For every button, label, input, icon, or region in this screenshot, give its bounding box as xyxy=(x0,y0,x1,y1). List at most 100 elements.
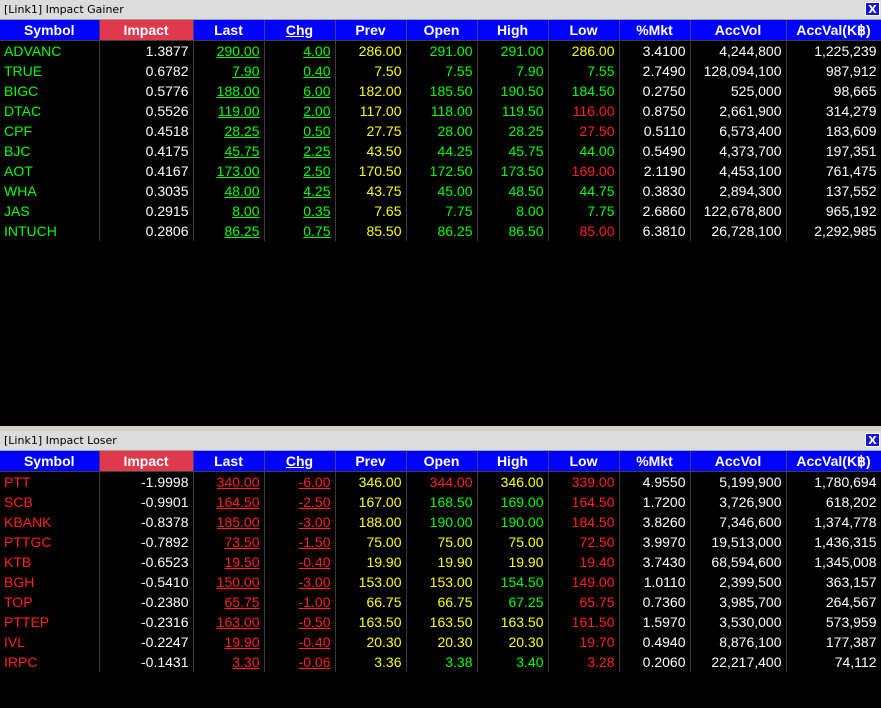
cell-symbol: IVL xyxy=(0,632,100,652)
cell-open: 185.50 xyxy=(406,81,478,101)
cell-impact: 0.6782 xyxy=(99,61,194,81)
cell-high: 3.40 xyxy=(477,652,549,672)
table-row[interactable]: TRUE 0.6782 7.90 0.40 7.50 7.55 7.90 7.55 2.7490… xyxy=(0,61,881,81)
col-header-accval[interactable]: AccVal(K฿) xyxy=(786,451,881,472)
cell-prev: 3.36 xyxy=(335,652,407,672)
col-header-pct-mkt[interactable]: %Mkt xyxy=(619,20,691,41)
col-header-accvol[interactable]: AccVol xyxy=(690,451,787,472)
loser-rows: PTT -1.9998 340.00 -6.00 346.00 344.00 346.00 3… xyxy=(0,471,881,672)
table-row[interactable]: PTT -1.9998 340.00 -6.00 346.00 344.00 346.00 3… xyxy=(0,471,881,492)
cell-symbol: BGH xyxy=(0,572,100,592)
cell-accval: 618,202 xyxy=(786,492,881,512)
table-row[interactable]: ADVANC 1.3877 290.00 4.00 286.00 291.00 291.00… xyxy=(0,40,881,61)
cell-chg: -0.40 xyxy=(264,632,336,652)
cell-high: 7.90 xyxy=(477,61,549,81)
cell-accval: 363,157 xyxy=(786,572,881,592)
cell-open: 19.90 xyxy=(406,552,478,572)
cell-symbol: TOP xyxy=(0,592,100,612)
col-header-open[interactable]: Open xyxy=(406,451,478,472)
table-row[interactable]: PTTEP -0.2316 163.00 -0.50 163.50 163.50 163.5… xyxy=(0,612,881,632)
cell-prev: 188.00 xyxy=(335,512,407,532)
col-header-prev[interactable]: Prev xyxy=(335,451,407,472)
table-row[interactable]: KBANK -0.8378 185.00 -3.00 188.00 190.00 190.0… xyxy=(0,512,881,532)
cell-accval: 314,279 xyxy=(786,101,881,121)
cell-low: 27.50 xyxy=(548,121,620,141)
cell-low: 65.75 xyxy=(548,592,620,612)
cell-accvol: 122,678,800 xyxy=(690,201,787,221)
table-row[interactable]: BGH -0.5410 150.00 -3.00 153.00 153.00 154.50 1… xyxy=(0,572,881,592)
cell-high: 8.00 xyxy=(477,201,549,221)
col-header-low[interactable]: Low xyxy=(548,451,620,472)
table-row[interactable]: BJC 0.4175 45.75 2.25 43.50 44.25 45.75 44.00 0.… xyxy=(0,141,881,161)
col-header-last[interactable]: Last xyxy=(193,20,265,41)
cell-prev: 19.90 xyxy=(335,552,407,572)
table-row[interactable]: INTUCH 0.2806 86.25 0.75 85.50 86.25 86.50 85.0… xyxy=(0,221,881,241)
col-header-impact[interactable]: Impact xyxy=(99,20,194,41)
col-header-high[interactable]: High xyxy=(477,451,549,472)
col-header-last[interactable]: Last xyxy=(193,451,265,472)
col-header-prev[interactable]: Prev xyxy=(335,20,407,41)
cell-last: 188.00 xyxy=(193,81,265,101)
table-row[interactable]: PTTGC -0.7892 73.50 -1.50 75.00 75.00 75.00 72.… xyxy=(0,532,881,552)
col-header-chg[interactable]: Chg xyxy=(264,451,336,472)
cell-low: 72.50 xyxy=(548,532,620,552)
cell-chg: 0.75 xyxy=(264,221,336,241)
cell-symbol: PTT xyxy=(0,471,100,492)
cell-symbol: DTAC xyxy=(0,101,100,121)
col-header-impact[interactable]: Impact xyxy=(99,451,194,472)
table-row[interactable]: CPF 0.4518 28.25 0.50 27.75 28.00 28.25 27.50 0.… xyxy=(0,121,881,141)
loser-close-icon[interactable]: X xyxy=(865,433,880,447)
cell-pct-mkt: 3.9970 xyxy=(619,532,691,552)
table-row[interactable]: IRPC -0.1431 3.30 -0.06 3.36 3.38 3.40 3.28 0.20… xyxy=(0,652,881,672)
cell-last: 340.00 xyxy=(193,471,265,492)
cell-high: 163.50 xyxy=(477,612,549,632)
cell-open: 168.50 xyxy=(406,492,478,512)
cell-accvol: 22,217,400 xyxy=(690,652,787,672)
cell-low: 286.00 xyxy=(548,40,620,61)
cell-accval: 183,609 xyxy=(786,121,881,141)
col-header-low[interactable]: Low xyxy=(548,20,620,41)
cell-prev: 75.00 xyxy=(335,532,407,552)
cell-accvol: 19,513,000 xyxy=(690,532,787,552)
col-header-open[interactable]: Open xyxy=(406,20,478,41)
cell-impact: -0.6523 xyxy=(99,552,194,572)
cell-open: 86.25 xyxy=(406,221,478,241)
table-row[interactable]: TOP -0.2380 65.75 -1.00 66.75 66.75 67.25 65.75… xyxy=(0,592,881,612)
cell-pct-mkt: 6.3810 xyxy=(619,221,691,241)
col-header-high[interactable]: High xyxy=(477,20,549,41)
col-header-symbol[interactable]: Symbol xyxy=(0,451,100,472)
cell-symbol: AOT xyxy=(0,161,100,181)
table-row[interactable]: BIGC 0.5776 188.00 6.00 182.00 185.50 190.50 18… xyxy=(0,81,881,101)
cell-low: 44.00 xyxy=(548,141,620,161)
cell-low: 7.55 xyxy=(548,61,620,81)
cell-last: 73.50 xyxy=(193,532,265,552)
cell-accval: 1,374,778 xyxy=(786,512,881,532)
cell-last: 86.25 xyxy=(193,221,265,241)
table-row[interactable]: KTB -0.6523 19.50 -0.40 19.90 19.90 19.90 19.40… xyxy=(0,552,881,572)
loser-titlebar[interactable]: [Link1] Impact Loser X xyxy=(0,431,881,451)
col-header-accval[interactable]: AccVal(K฿) xyxy=(786,20,881,41)
col-header-chg[interactable]: Chg xyxy=(264,20,336,41)
cell-prev: 20.30 xyxy=(335,632,407,652)
cell-accvol: 4,373,700 xyxy=(690,141,787,161)
gainer-titlebar[interactable]: [Link1] Impact Gainer X xyxy=(0,0,881,20)
cell-chg: -1.00 xyxy=(264,592,336,612)
cell-low: 3.28 xyxy=(548,652,620,672)
table-row[interactable]: SCB -0.9901 164.50 -2.50 167.00 168.50 169.00 1… xyxy=(0,492,881,512)
table-row[interactable]: IVL -0.2247 19.90 -0.40 20.30 20.30 20.30 19.70… xyxy=(0,632,881,652)
table-row[interactable]: DTAC 0.5526 119.00 2.00 117.00 118.00 119.50 11… xyxy=(0,101,881,121)
table-row[interactable]: AOT 0.4167 173.00 2.50 170.50 172.50 173.50 169… xyxy=(0,161,881,181)
cell-accvol: 3,726,900 xyxy=(690,492,787,512)
table-row[interactable]: WHA 0.3035 48.00 4.25 43.75 45.00 48.50 44.75 0.… xyxy=(0,181,881,201)
cell-open: 7.55 xyxy=(406,61,478,81)
cell-impact: 0.2806 xyxy=(99,221,194,241)
cell-open: 163.50 xyxy=(406,612,478,632)
cell-accvol: 128,094,100 xyxy=(690,61,787,81)
col-header-symbol[interactable]: Symbol xyxy=(0,20,100,41)
cell-chg: -1.50 xyxy=(264,532,336,552)
table-row[interactable]: JAS 0.2915 8.00 0.35 7.65 7.75 8.00 7.75 2.6860 1… xyxy=(0,201,881,221)
gainer-close-icon[interactable]: X xyxy=(865,2,880,16)
cell-low: 7.75 xyxy=(548,201,620,221)
col-header-pct-mkt[interactable]: %Mkt xyxy=(619,451,691,472)
col-header-accvol[interactable]: AccVol xyxy=(690,20,787,41)
